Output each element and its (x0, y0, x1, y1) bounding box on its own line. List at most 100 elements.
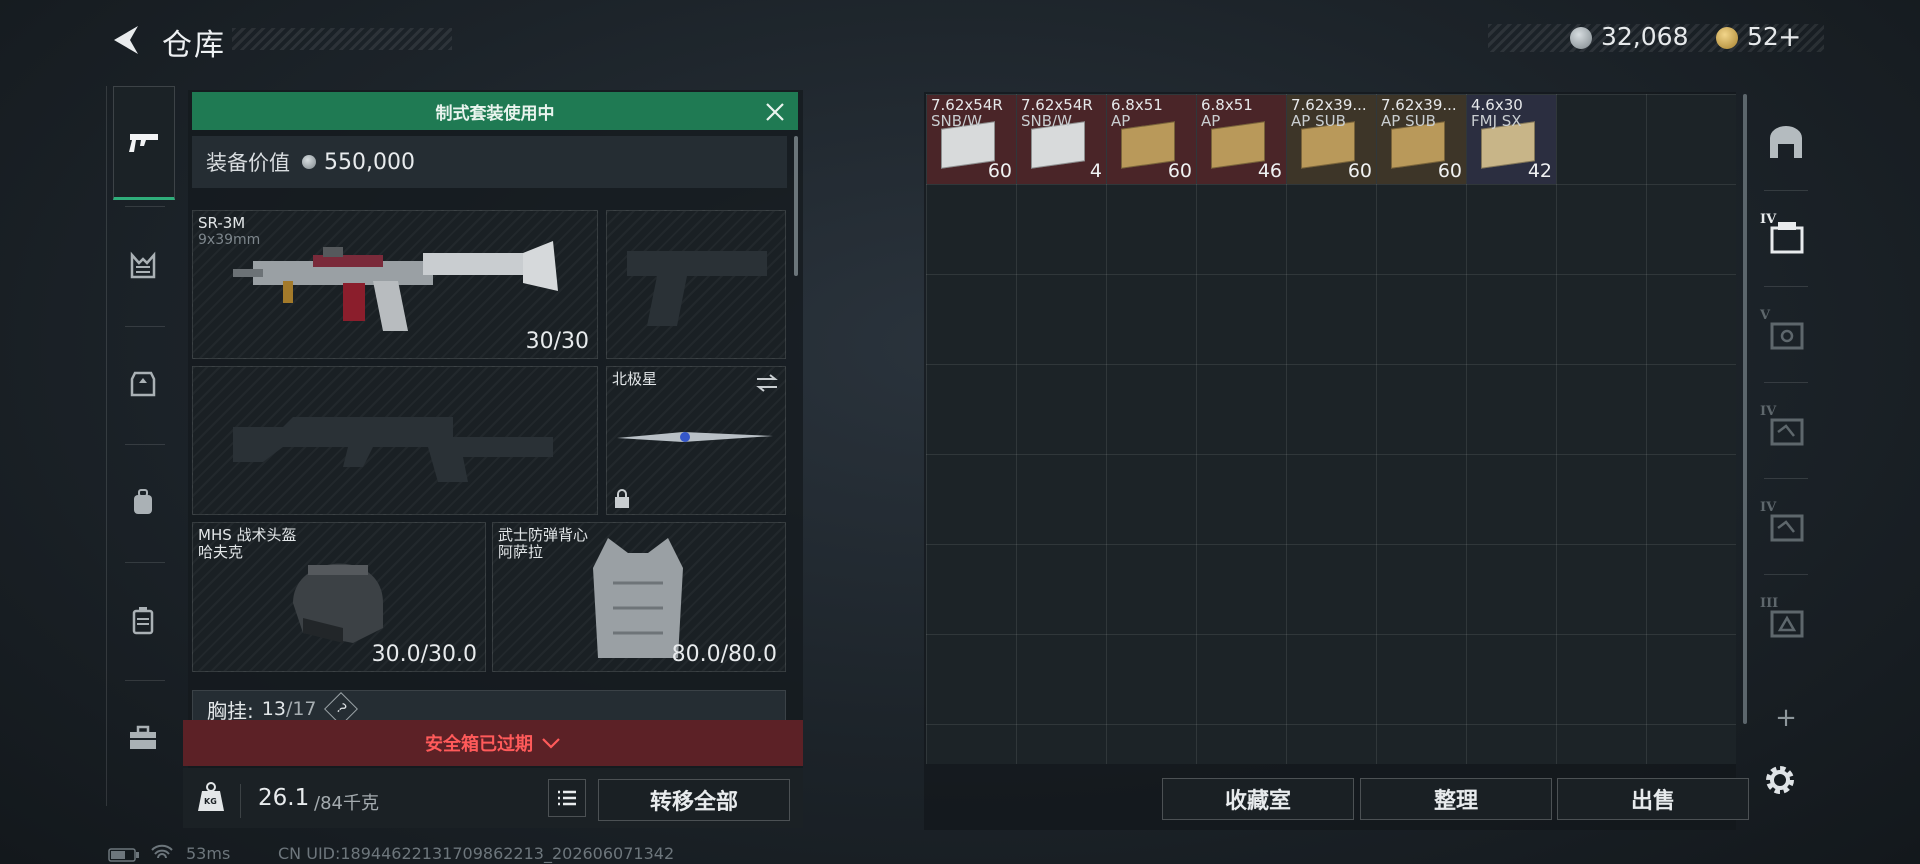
tier-label: III (1760, 596, 1779, 611)
melee-name: 北极星 (612, 370, 658, 388)
weight-icon: KG (196, 781, 226, 813)
item-count: 60 (1437, 160, 1462, 182)
weight-max: /84千克 (314, 793, 379, 814)
stash-grid[interactable]: 7.62x54R SNB/W 60 7.62x54R SNB/W 4 6.8x51 AP 6… (926, 94, 1736, 764)
preset-banner-text: 制式套装使用中 (435, 103, 555, 124)
stash-tab-tier-2[interactable]: V (1760, 306, 1812, 358)
pistol-icon (129, 134, 158, 152)
stash-tab-tier-4[interactable]: IV (1760, 498, 1812, 550)
sr3m-rifle-icon (233, 241, 558, 331)
gold-balance: 52 (1747, 22, 1779, 51)
item-count: 60 (1347, 160, 1372, 182)
item-name: 7.62x54R SNB/W (1021, 97, 1093, 129)
melee-slot[interactable]: 北极星 (606, 366, 786, 515)
list-icon (558, 790, 576, 806)
ping-text: 53ms (186, 844, 231, 863)
item-name: 7.62x39... AP SUB (1381, 97, 1457, 129)
sell-button[interactable]: 出售 (1557, 778, 1749, 820)
title-decoration (232, 28, 452, 50)
battery-icon (108, 848, 139, 862)
chest-rig-used: 13 (261, 698, 286, 720)
stash-tab-tier-5[interactable]: III (1760, 594, 1812, 646)
nav-armor[interactable] (113, 326, 173, 442)
tier-label: V (1760, 308, 1771, 323)
armor-durability: 80.0/80.0 (671, 642, 777, 667)
gold-coin-icon (1716, 27, 1738, 49)
stash-item[interactable]: 7.62x39... AP SUB 60 (1377, 95, 1466, 184)
nav-safebox[interactable] (113, 562, 173, 678)
stash-tab-all[interactable] (1760, 116, 1812, 168)
stash-tab-nav: IV V IV IV III + (1754, 100, 1818, 733)
sidearm-slot[interactable] (606, 210, 786, 359)
add-stash-button[interactable]: + (1760, 692, 1812, 744)
item-name: 4.6x30 FMJ SX (1471, 97, 1523, 129)
tier-label: IV (1760, 500, 1777, 515)
page-title: 仓库 (162, 28, 226, 63)
weight-current: 26.1 (258, 785, 310, 811)
equipment-value-label: 装备价值 (206, 151, 290, 175)
item-count: 60 (1167, 160, 1192, 182)
toolbox-icon (130, 725, 156, 749)
stash-item[interactable]: 6.8x51 AP 60 (1107, 95, 1196, 184)
stash-box-icon (1770, 322, 1804, 350)
collection-room-button[interactable]: 收藏室 (1162, 778, 1354, 820)
stash-scrollbar[interactable] (1743, 94, 1747, 724)
knife-icon (617, 432, 773, 442)
back-arrow-icon[interactable] (108, 22, 144, 58)
loadout-category-nav (106, 86, 183, 806)
tier-label: IV (1760, 212, 1777, 227)
item-name: 7.62x39... AP SUB (1291, 97, 1367, 129)
stash-item[interactable]: 4.6x30 FMJ SX 42 (1467, 95, 1556, 184)
nav-chest-rig[interactable] (113, 208, 173, 324)
lock-icon (615, 489, 629, 508)
item-count: 60 (987, 160, 1012, 182)
primary-weapon-slot[interactable]: SR-3M 9x39mm 30/30 (192, 210, 598, 359)
armor-brand: 阿萨拉 (498, 543, 544, 561)
sort-button[interactable]: 整理 (1360, 778, 1552, 820)
uid-text: CN UID:18944622131709862213_202606071342 (278, 844, 675, 863)
nav-backpack[interactable] (113, 444, 173, 560)
item-count: 42 (1527, 160, 1552, 182)
stash-item[interactable]: 7.62x54R SNB/W 4 (1017, 95, 1106, 184)
item-name: 7.62x54R SNB/W (931, 97, 1003, 129)
silver-coin-icon (302, 155, 316, 169)
pistol-placeholder-icon (627, 251, 767, 326)
settings-gear-icon[interactable] (1762, 762, 1798, 798)
rifle-placeholder-icon (233, 417, 553, 482)
stash-item[interactable]: 7.62x39... AP SUB 60 (1287, 95, 1376, 184)
item-name: 6.8x51 AP (1201, 97, 1253, 129)
nav-weapons[interactable] (113, 86, 175, 200)
weight-icon-text: KG (204, 797, 217, 806)
panel-scrollbar[interactable] (794, 136, 798, 276)
nav-toolbox[interactable] (113, 680, 173, 796)
item-name: 6.8x51 AP (1111, 97, 1163, 129)
safebox-expired-warning[interactable]: 安全箱已过期 (183, 720, 803, 766)
stash-tab-tier-1[interactable]: IV (1760, 210, 1812, 262)
warehouse-icon (1770, 126, 1802, 158)
equipment-value-row: 装备价值 550,000 (192, 136, 787, 188)
armor-slot[interactable]: 武士防弹背心 阿萨拉 80.0/80.0 (492, 522, 786, 672)
weight-row (240, 784, 241, 818)
list-view-button[interactable] (548, 779, 586, 817)
equipment-value: 550,000 (324, 149, 415, 175)
secondary-weapon-slot[interactable] (192, 366, 598, 515)
close-icon[interactable] (764, 101, 786, 123)
add-gold-button[interactable]: + (1778, 20, 1801, 53)
chest-rig-icon (130, 251, 156, 279)
silver-balance: 32,068 (1601, 22, 1689, 51)
stash-item[interactable]: 7.62x54R SNB/W 60 (927, 95, 1016, 184)
swap-icon[interactable] (755, 373, 779, 393)
helmet-brand: 哈夫克 (198, 543, 244, 561)
transfer-all-button[interactable]: 转移全部 (598, 779, 790, 821)
backpack-icon (134, 489, 152, 514)
helmet-durability: 30.0/30.0 (371, 642, 477, 667)
helmet-slot[interactable]: MHS 战术头盔 哈夫克 30.0/30.0 (192, 522, 486, 672)
armor-name: 武士防弹背心 (498, 526, 589, 544)
tier-label: IV (1760, 404, 1777, 419)
preset-banner: 制式套装使用中 (192, 92, 798, 130)
silver-coin-icon (1570, 27, 1592, 49)
stash-tab-tier-3[interactable]: IV (1760, 402, 1812, 454)
chevron-down-icon (542, 738, 560, 749)
stash-item[interactable]: 6.8x51 AP 46 (1197, 95, 1286, 184)
helmet-name: MHS 战术头盔 (198, 526, 297, 544)
